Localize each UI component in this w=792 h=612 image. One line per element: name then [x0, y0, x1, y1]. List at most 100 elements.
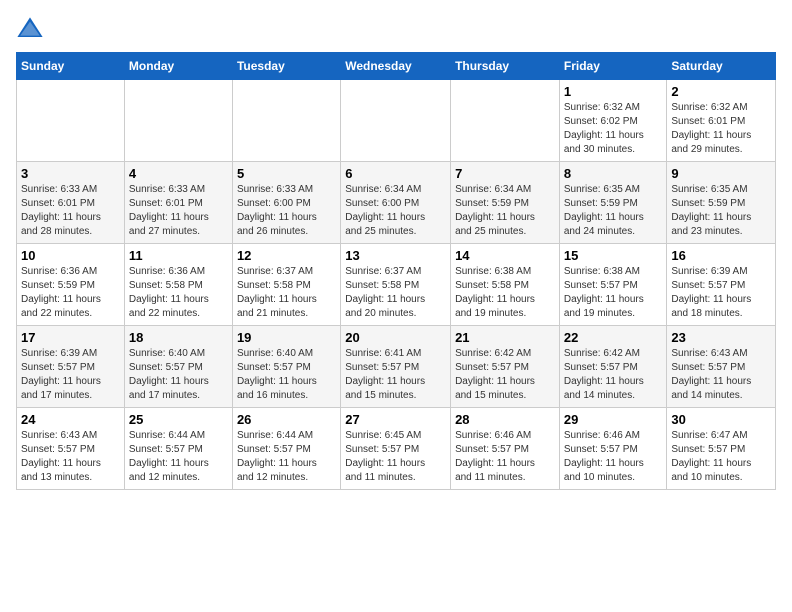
day-info: Sunrise: 6:37 AM Sunset: 5:58 PM Dayligh… [345, 265, 446, 321]
day-info: Sunrise: 6:40 AM Sunset: 5:57 PM Dayligh… [129, 347, 228, 403]
calendar-cell: 10 Sunrise: 6:36 AM Sunset: 5:59 PM Dayli… [17, 244, 125, 326]
calendar-cell: 3 Sunrise: 6:33 AM Sunset: 6:01 PM Daylig… [17, 162, 125, 244]
calendar-cell: 8 Sunrise: 6:35 AM Sunset: 5:59 PM Daylig… [559, 162, 667, 244]
calendar-cell: 6 Sunrise: 6:34 AM Sunset: 6:00 PM Daylig… [341, 162, 451, 244]
day-info: Sunrise: 6:34 AM Sunset: 5:59 PM Dayligh… [455, 183, 555, 239]
day-info: Sunrise: 6:39 AM Sunset: 5:57 PM Dayligh… [671, 265, 771, 321]
day-info: Sunrise: 6:45 AM Sunset: 5:57 PM Dayligh… [345, 429, 446, 485]
day-info: Sunrise: 6:44 AM Sunset: 5:57 PM Dayligh… [237, 429, 336, 485]
calendar-cell: 11Sunrise: 6:36 AM Sunset: 5:58 PM Dayli… [124, 244, 232, 326]
calendar-cell [124, 80, 232, 162]
calendar-cell: 19Sunrise: 6:40 AM Sunset: 5:57 PM Dayli… [232, 326, 340, 408]
day-info: Sunrise: 6:46 AM Sunset: 5:57 PM Dayligh… [564, 429, 663, 485]
calendar-cell: 12 Sunrise: 6:37 AM Sunset: 5:58 PM Dayli… [232, 244, 340, 326]
calendar-week-3: 10 Sunrise: 6:36 AM Sunset: 5:59 PM Dayli… [17, 244, 776, 326]
day-info: Sunrise: 6:38 AM Sunset: 5:58 PM Dayligh… [455, 265, 555, 321]
calendar-cell: 28 Sunrise: 6:46 AM Sunset: 5:57 PM Dayli… [451, 408, 560, 490]
header-cell-wednesday: Wednesday [341, 53, 451, 80]
day-info: Sunrise: 6:32 AM Sunset: 6:02 PM Dayligh… [564, 101, 663, 157]
header-cell-monday: Monday [124, 53, 232, 80]
calendar-cell: 1 Sunrise: 6:32 AM Sunset: 6:02 PM Daylig… [559, 80, 667, 162]
calendar-cell: 14 Sunrise: 6:38 AM Sunset: 5:58 PM Dayli… [451, 244, 560, 326]
day-info: Sunrise: 6:37 AM Sunset: 5:58 PM Dayligh… [237, 265, 336, 321]
day-number: 1 [564, 84, 663, 99]
day-info: Sunrise: 6:35 AM Sunset: 5:59 PM Dayligh… [671, 183, 771, 239]
calendar-header: SundayMondayTuesdayWednesdayThursdayFrid… [17, 53, 776, 80]
calendar-cell: 23Sunrise: 6:43 AM Sunset: 5:57 PM Dayli… [667, 326, 776, 408]
logo-icon [16, 16, 44, 44]
calendar-cell: 27 Sunrise: 6:45 AM Sunset: 5:57 PM Dayli… [341, 408, 451, 490]
day-number: 30 [671, 412, 771, 427]
day-info: Sunrise: 6:33 AM Sunset: 6:00 PM Dayligh… [237, 183, 336, 239]
calendar-cell: 17 Sunrise: 6:39 AM Sunset: 5:57 PM Dayli… [17, 326, 125, 408]
calendar-cell: 7Sunrise: 6:34 AM Sunset: 5:59 PM Daylig… [451, 162, 560, 244]
logo [16, 16, 48, 44]
calendar-cell [451, 80, 560, 162]
calendar-cell: 13 Sunrise: 6:37 AM Sunset: 5:58 PM Dayli… [341, 244, 451, 326]
calendar-cell: 26 Sunrise: 6:44 AM Sunset: 5:57 PM Dayli… [232, 408, 340, 490]
header-cell-tuesday: Tuesday [232, 53, 340, 80]
day-info: Sunrise: 6:34 AM Sunset: 6:00 PM Dayligh… [345, 183, 446, 239]
calendar-cell: 9Sunrise: 6:35 AM Sunset: 5:59 PM Daylig… [667, 162, 776, 244]
day-info: Sunrise: 6:32 AM Sunset: 6:01 PM Dayligh… [671, 101, 771, 157]
day-info: Sunrise: 6:39 AM Sunset: 5:57 PM Dayligh… [21, 347, 120, 403]
day-number: 26 [237, 412, 336, 427]
day-number: 20 [345, 330, 446, 345]
day-number: 8 [564, 166, 663, 181]
header-cell-saturday: Saturday [667, 53, 776, 80]
calendar-cell: 15Sunrise: 6:38 AM Sunset: 5:57 PM Dayli… [559, 244, 667, 326]
calendar-body: 1 Sunrise: 6:32 AM Sunset: 6:02 PM Daylig… [17, 80, 776, 490]
day-info: Sunrise: 6:42 AM Sunset: 5:57 PM Dayligh… [455, 347, 555, 403]
calendar-cell: 4 Sunrise: 6:33 AM Sunset: 6:01 PM Daylig… [124, 162, 232, 244]
calendar-cell [17, 80, 125, 162]
calendar-cell: 20 Sunrise: 6:41 AM Sunset: 5:57 PM Dayli… [341, 326, 451, 408]
calendar-cell: 2 Sunrise: 6:32 AM Sunset: 6:01 PM Daylig… [667, 80, 776, 162]
day-info: Sunrise: 6:43 AM Sunset: 5:57 PM Dayligh… [21, 429, 120, 485]
day-number: 29 [564, 412, 663, 427]
header-cell-friday: Friday [559, 53, 667, 80]
calendar-cell: 5 Sunrise: 6:33 AM Sunset: 6:00 PM Daylig… [232, 162, 340, 244]
day-info: Sunrise: 6:33 AM Sunset: 6:01 PM Dayligh… [129, 183, 228, 239]
day-number: 5 [237, 166, 336, 181]
day-number: 13 [345, 248, 446, 263]
calendar-week-5: 24 Sunrise: 6:43 AM Sunset: 5:57 PM Dayli… [17, 408, 776, 490]
day-info: Sunrise: 6:44 AM Sunset: 5:57 PM Dayligh… [129, 429, 228, 485]
day-number: 28 [455, 412, 555, 427]
day-info: Sunrise: 6:43 AM Sunset: 5:57 PM Dayligh… [671, 347, 771, 403]
day-info: Sunrise: 6:42 AM Sunset: 5:57 PM Dayligh… [564, 347, 663, 403]
day-info: Sunrise: 6:33 AM Sunset: 6:01 PM Dayligh… [21, 183, 120, 239]
day-number: 25 [129, 412, 228, 427]
day-number: 11 [129, 248, 228, 263]
day-number: 3 [21, 166, 120, 181]
day-number: 14 [455, 248, 555, 263]
calendar-cell [341, 80, 451, 162]
calendar-cell: 30Sunrise: 6:47 AM Sunset: 5:57 PM Dayli… [667, 408, 776, 490]
calendar-week-4: 17 Sunrise: 6:39 AM Sunset: 5:57 PM Dayli… [17, 326, 776, 408]
day-number: 18 [129, 330, 228, 345]
day-number: 27 [345, 412, 446, 427]
calendar-cell: 25 Sunrise: 6:44 AM Sunset: 5:57 PM Dayli… [124, 408, 232, 490]
calendar-cell [232, 80, 340, 162]
calendar-cell: 22Sunrise: 6:42 AM Sunset: 5:57 PM Dayli… [559, 326, 667, 408]
day-info: Sunrise: 6:46 AM Sunset: 5:57 PM Dayligh… [455, 429, 555, 485]
calendar-cell: 21 Sunrise: 6:42 AM Sunset: 5:57 PM Dayli… [451, 326, 560, 408]
day-number: 4 [129, 166, 228, 181]
day-number: 17 [21, 330, 120, 345]
day-number: 6 [345, 166, 446, 181]
day-info: Sunrise: 6:38 AM Sunset: 5:57 PM Dayligh… [564, 265, 663, 321]
page-header [16, 16, 776, 44]
day-info: Sunrise: 6:35 AM Sunset: 5:59 PM Dayligh… [564, 183, 663, 239]
calendar-cell: 24 Sunrise: 6:43 AM Sunset: 5:57 PM Dayli… [17, 408, 125, 490]
calendar-cell: 29 Sunrise: 6:46 AM Sunset: 5:57 PM Dayli… [559, 408, 667, 490]
header-row: SundayMondayTuesdayWednesdayThursdayFrid… [17, 53, 776, 80]
day-number: 21 [455, 330, 555, 345]
day-number: 12 [237, 248, 336, 263]
header-cell-thursday: Thursday [451, 53, 560, 80]
day-info: Sunrise: 6:40 AM Sunset: 5:57 PM Dayligh… [237, 347, 336, 403]
day-info: Sunrise: 6:36 AM Sunset: 5:59 PM Dayligh… [21, 265, 120, 321]
day-number: 24 [21, 412, 120, 427]
day-info: Sunrise: 6:41 AM Sunset: 5:57 PM Dayligh… [345, 347, 446, 403]
day-number: 10 [21, 248, 120, 263]
calendar-week-1: 1 Sunrise: 6:32 AM Sunset: 6:02 PM Daylig… [17, 80, 776, 162]
day-number: 2 [671, 84, 771, 99]
